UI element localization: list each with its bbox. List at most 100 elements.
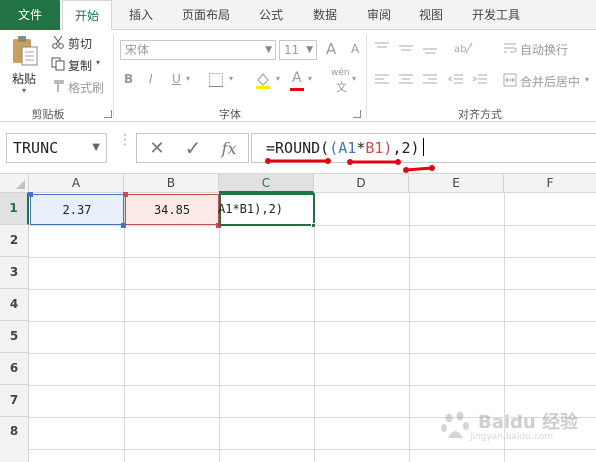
row-header-4[interactable]: 4 — [0, 289, 29, 321]
gridline — [314, 193, 315, 462]
orientation-icon[interactable]: ab — [450, 38, 476, 56]
chevron-down-icon[interactable]: ▾ — [229, 74, 233, 83]
align-middle-icon[interactable] — [396, 40, 416, 56]
tab-formulas[interactable]: 公式 — [246, 0, 296, 30]
column-header-d[interactable]: D — [314, 174, 409, 193]
clipboard-group-label: 剪贴板 — [31, 108, 65, 121]
column-header-b[interactable]: B — [124, 174, 219, 193]
align-bottom-icon[interactable] — [420, 40, 440, 56]
column-header-a[interactable]: A — [29, 174, 124, 193]
shrink-font-button[interactable]: A — [351, 42, 359, 56]
chevron-down-icon[interactable]: ▾ — [308, 74, 312, 83]
align-right-icon[interactable] — [420, 72, 440, 88]
gridline — [29, 321, 596, 322]
font-color-bar — [290, 88, 304, 91]
merge-center-button[interactable]: 合并后居中 — [520, 73, 580, 90]
copy-dropdown-icon[interactable]: ▾ — [96, 58, 100, 67]
row-header-3[interactable]: 3 — [0, 257, 29, 289]
gridline — [29, 449, 596, 450]
underline-button[interactable]: U — [172, 72, 181, 86]
enter-button[interactable]: ✓ — [175, 134, 211, 162]
copy-icon[interactable] — [50, 56, 66, 72]
tab-view[interactable]: 视图 — [406, 0, 456, 30]
formula-action-buttons: ✕ ✓ fx — [136, 133, 249, 163]
row-header-1[interactable]: 1 — [0, 193, 29, 225]
wrap-text-icon[interactable] — [502, 40, 518, 56]
font-launcher-icon[interactable] — [353, 110, 361, 118]
grow-font-button[interactable]: A — [326, 40, 336, 58]
scissors-icon[interactable] — [50, 34, 66, 50]
tab-review[interactable]: 审阅 — [354, 0, 404, 30]
italic-button[interactable]: I — [149, 72, 153, 86]
format-painter-icon[interactable] — [50, 78, 66, 94]
paste-button[interactable]: 粘贴 — [12, 70, 36, 87]
formula-paren-open: ( — [329, 139, 339, 157]
group-divider — [113, 34, 114, 118]
gridline — [29, 289, 596, 290]
column-header-f[interactable]: F — [504, 174, 596, 193]
gridline — [29, 385, 596, 386]
paw-logo-icon — [441, 411, 469, 438]
font-color-button[interactable]: A — [292, 70, 302, 86]
name-box[interactable]: TRUNC ▼ — [6, 133, 107, 163]
formula-bar: TRUNC ▼ ⋮ ✕ ✓ fx =ROUND((A1*B1),2) — [0, 122, 596, 174]
text-caret — [422, 138, 424, 156]
insert-function-button[interactable]: fx — [211, 134, 247, 162]
ref-handle — [28, 192, 33, 197]
cell-c1-active[interactable]: A1*B1),2) — [218, 193, 315, 226]
fill-color-icon[interactable] — [252, 70, 274, 90]
tab-developer[interactable]: 开发工具 — [460, 0, 532, 30]
align-center-icon[interactable] — [396, 72, 416, 88]
font-size-dropdown[interactable]: 11 ▼ — [279, 40, 317, 60]
row-header-8[interactable]: 8 — [0, 417, 29, 462]
gridline — [409, 193, 410, 462]
tab-insert[interactable]: 插入 — [116, 0, 166, 30]
fill-handle[interactable] — [311, 223, 316, 228]
increase-indent-icon[interactable] — [470, 72, 490, 88]
copy-button[interactable]: 复制 — [68, 57, 92, 74]
cell-b1[interactable]: 34.85 — [125, 194, 219, 225]
wrap-text-button[interactable]: 自动换行 — [520, 41, 568, 58]
chevron-down-icon: ▼ — [92, 142, 100, 153]
formula-tail: ,2) — [392, 139, 420, 157]
row-header-7[interactable]: 7 — [0, 385, 29, 417]
watermark-title: Baidu 经验 — [478, 412, 579, 433]
column-header-e[interactable]: E — [409, 174, 504, 193]
tab-home[interactable]: 开始 — [62, 0, 112, 31]
tab-file[interactable]: 文件 — [0, 0, 60, 30]
paste-dropdown-icon[interactable]: ▾ — [22, 86, 26, 95]
phonetic-button[interactable]: wén — [331, 68, 350, 78]
clipboard-launcher-icon[interactable] — [104, 110, 112, 118]
row-header-2[interactable]: 2 — [0, 225, 29, 257]
formula-function-part: =ROUND( — [266, 139, 330, 157]
resize-handle-icon[interactable]: ⋮ — [118, 133, 132, 160]
chevron-down-icon[interactable]: ▾ — [352, 74, 356, 83]
chevron-down-icon[interactable]: ▾ — [585, 75, 589, 84]
align-top-icon[interactable] — [372, 40, 392, 56]
gridline — [219, 193, 220, 462]
tab-page-layout[interactable]: 页面布局 — [170, 0, 242, 30]
cell-a1[interactable]: 2.37 — [30, 194, 124, 225]
cancel-button[interactable]: ✕ — [139, 134, 175, 162]
baidu-watermark: Baidu 经验 jingyan.baidu.com — [440, 408, 580, 448]
row-header-6[interactable]: 6 — [0, 353, 29, 385]
format-painter-button[interactable]: 格式刷 — [68, 79, 104, 96]
column-header-c[interactable]: C — [219, 174, 314, 193]
align-left-icon[interactable] — [372, 72, 392, 88]
borders-icon[interactable] — [205, 70, 227, 90]
tab-data[interactable]: 数据 — [300, 0, 350, 30]
chevron-down-icon[interactable]: ▾ — [186, 74, 190, 83]
select-all-button[interactable] — [0, 174, 29, 193]
row-header-5[interactable]: 5 — [0, 321, 29, 353]
font-size-value: 11 — [284, 43, 300, 57]
formula-ref-b1: B1 — [365, 139, 384, 157]
font-name-dropdown[interactable]: 宋体 ▼ — [120, 40, 276, 60]
bold-button[interactable]: B — [124, 72, 133, 86]
decrease-indent-icon[interactable] — [446, 72, 466, 88]
merge-center-icon[interactable] — [502, 72, 518, 88]
worksheet-grid: A B C D E F 1 2 3 4 5 6 7 8 2.37 34.85 A… — [0, 174, 596, 462]
paste-icon[interactable] — [10, 34, 40, 68]
cut-button[interactable]: 剪切 — [68, 35, 92, 52]
chevron-down-icon[interactable]: ▾ — [276, 74, 280, 83]
cell-c1-edit-text: A1*B1),2) — [218, 202, 284, 216]
